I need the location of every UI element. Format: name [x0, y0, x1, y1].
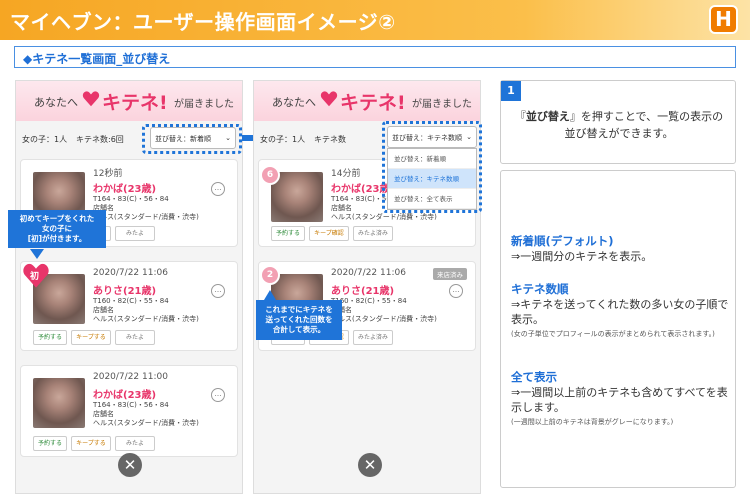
more-icon[interactable]: …: [449, 284, 463, 298]
kitene-banner: あなたへ キテネ! が届きました: [16, 81, 242, 121]
seen-done-button[interactable]: みたよ済み: [353, 226, 393, 241]
option-description: ⇒一週間分のキテネを表示。: [511, 250, 653, 263]
girls-count: 女の子：1人: [260, 135, 306, 144]
more-icon[interactable]: …: [211, 284, 225, 298]
option-heading: 新着順(デフォルト): [511, 234, 614, 248]
option-description: ⇒一週間以上前のキテネも含めてすべてを表示します。: [511, 386, 728, 414]
card-time: 2020/7/22 11:00: [93, 372, 168, 382]
heart-icon: [320, 91, 338, 107]
visited-badge: 来店済み: [433, 268, 467, 280]
girl-card[interactable]: 2020/7/22 11:00 わかば(23歳) T164・83(C)・56・8…: [20, 365, 238, 457]
dropdown-highlight: [382, 121, 482, 213]
section-title-box: ◆キテネ一覧画面_並び替え: [14, 46, 736, 68]
banner-kitene: キテネ!: [102, 92, 168, 114]
banner-suffix: が届きました: [412, 99, 472, 110]
callout-pointer: [264, 290, 276, 300]
kitene-count-callout: これまでにキテネを 送ってくれた回数を 合計して表示。: [256, 300, 342, 340]
card-time: 2020/7/22 11:06: [93, 268, 168, 278]
text: 』を押すことで、一覧の表示の: [569, 110, 724, 123]
kitene-count-badge: 2: [260, 265, 280, 285]
card-time: 2020/7/22 11:06: [331, 268, 406, 278]
explain-panel-2: 新着順(デフォルト) ⇒一週間分のキテネを表示。 キテネ数順 ⇒キテネを送ってく…: [500, 170, 736, 488]
callout-line: これまでにキテネを: [265, 305, 333, 314]
callout-line: 送ってくれた回数を: [265, 315, 333, 324]
girl-name[interactable]: ありさ(21歳): [331, 282, 394, 297]
close-button[interactable]: ✕: [118, 453, 142, 477]
card-time: 12秒前: [93, 169, 123, 179]
callout-line: 初めてキープをくれた: [19, 214, 95, 223]
header-bar: マイヘブン：ユーザー操作画面イメージ② H: [0, 0, 750, 40]
h-logo: H: [709, 5, 738, 34]
genre-text: ヘルス(スタンダード/消費・渋寺): [331, 213, 437, 221]
more-icon[interactable]: …: [211, 388, 225, 402]
panel1-line1: 『並び替え』を押すことで、一覧の表示の: [501, 108, 737, 124]
sort-highlight: [142, 124, 242, 154]
keep-confirm-button[interactable]: キープ確認: [309, 226, 349, 241]
heart-icon: [82, 91, 100, 107]
kitene-count: キテネ数: [314, 135, 346, 144]
option-heading: キテネ数順: [511, 282, 569, 296]
option-heading: 全て表示: [511, 370, 557, 384]
girl-photo[interactable]: [33, 378, 85, 428]
keep-button[interactable]: キープする: [71, 330, 111, 345]
keep-button[interactable]: キープする: [71, 436, 111, 451]
banner-prefix: あなたへ: [272, 96, 316, 109]
option-note: (一週間以上前のキテネは背景がグレーになります。): [511, 418, 674, 426]
seen-done-button[interactable]: みたよ済み: [353, 330, 393, 345]
reserve-button[interactable]: 予約する: [33, 436, 67, 451]
option-description: ⇒キテネを送ってくれた数の多い女の子順で表示。: [511, 298, 729, 326]
step-number: 1: [501, 81, 521, 101]
seen-button[interactable]: みたよ: [115, 330, 155, 345]
genre-text: ヘルス(スタンダード/消費・渋寺): [93, 213, 199, 221]
first-keep-callout: 初めてキープをくれた 女の子に [初]が付きます。: [8, 210, 106, 248]
girl-card[interactable]: 2020/7/22 11:06 ありさ(21歳) T160・82(C)・55・8…: [20, 261, 238, 351]
banner-kitene: キテネ!: [340, 92, 406, 114]
banner-suffix: が届きました: [174, 99, 234, 110]
section-title: ◆キテネ一覧画面_並び替え: [23, 52, 171, 66]
close-button[interactable]: ✕: [358, 453, 382, 477]
kitene-count-badge: 6: [260, 165, 280, 185]
callout-pointer: [30, 249, 44, 259]
reserve-button[interactable]: 予約する: [33, 330, 67, 345]
card-time: 14分前: [331, 169, 361, 179]
option-note: (女の子単位でプロフィールの表示がまとめられて表示されます。): [511, 330, 715, 338]
reserve-button[interactable]: 予約する: [271, 226, 305, 241]
text: 『: [514, 110, 526, 123]
callout-line: 女の子に: [42, 224, 72, 233]
genre-text: ヘルス(スタンダード/消費・渋寺): [331, 315, 437, 323]
first-badge-text: 初: [30, 272, 40, 282]
genre-text: ヘルス(スタンダード/消費・渋寺): [93, 315, 199, 323]
callout-line: 合計して表示。: [272, 325, 326, 334]
seen-button[interactable]: みたよ: [115, 226, 155, 241]
callout-line: [初]が付きます。: [27, 234, 87, 243]
panel1-line2: 並び替えができます。: [564, 127, 674, 140]
explain-panel-1: 1 『並び替え』を押すことで、一覧の表示の 並び替えができます。: [500, 80, 736, 164]
genre-text: ヘルス(スタンダード/消費・渋寺): [93, 419, 199, 427]
girls-count: 女の子：1人: [22, 135, 68, 144]
kitene-count: キテネ数:6回: [76, 135, 124, 144]
page-title: マイヘブン：ユーザー操作画面イメージ②: [10, 10, 396, 34]
sort-keyword: 並び替え: [525, 110, 570, 123]
girl-name[interactable]: わかば(23歳): [93, 180, 156, 195]
girl-name[interactable]: ありさ(21歳): [93, 282, 156, 297]
seen-button[interactable]: みたよ: [115, 436, 155, 451]
more-icon[interactable]: …: [211, 182, 225, 196]
kitene-banner: あなたへ キテネ! が届きました: [254, 81, 480, 121]
banner-prefix: あなたへ: [34, 96, 78, 109]
girl-name[interactable]: わかば(23歳): [93, 386, 156, 401]
